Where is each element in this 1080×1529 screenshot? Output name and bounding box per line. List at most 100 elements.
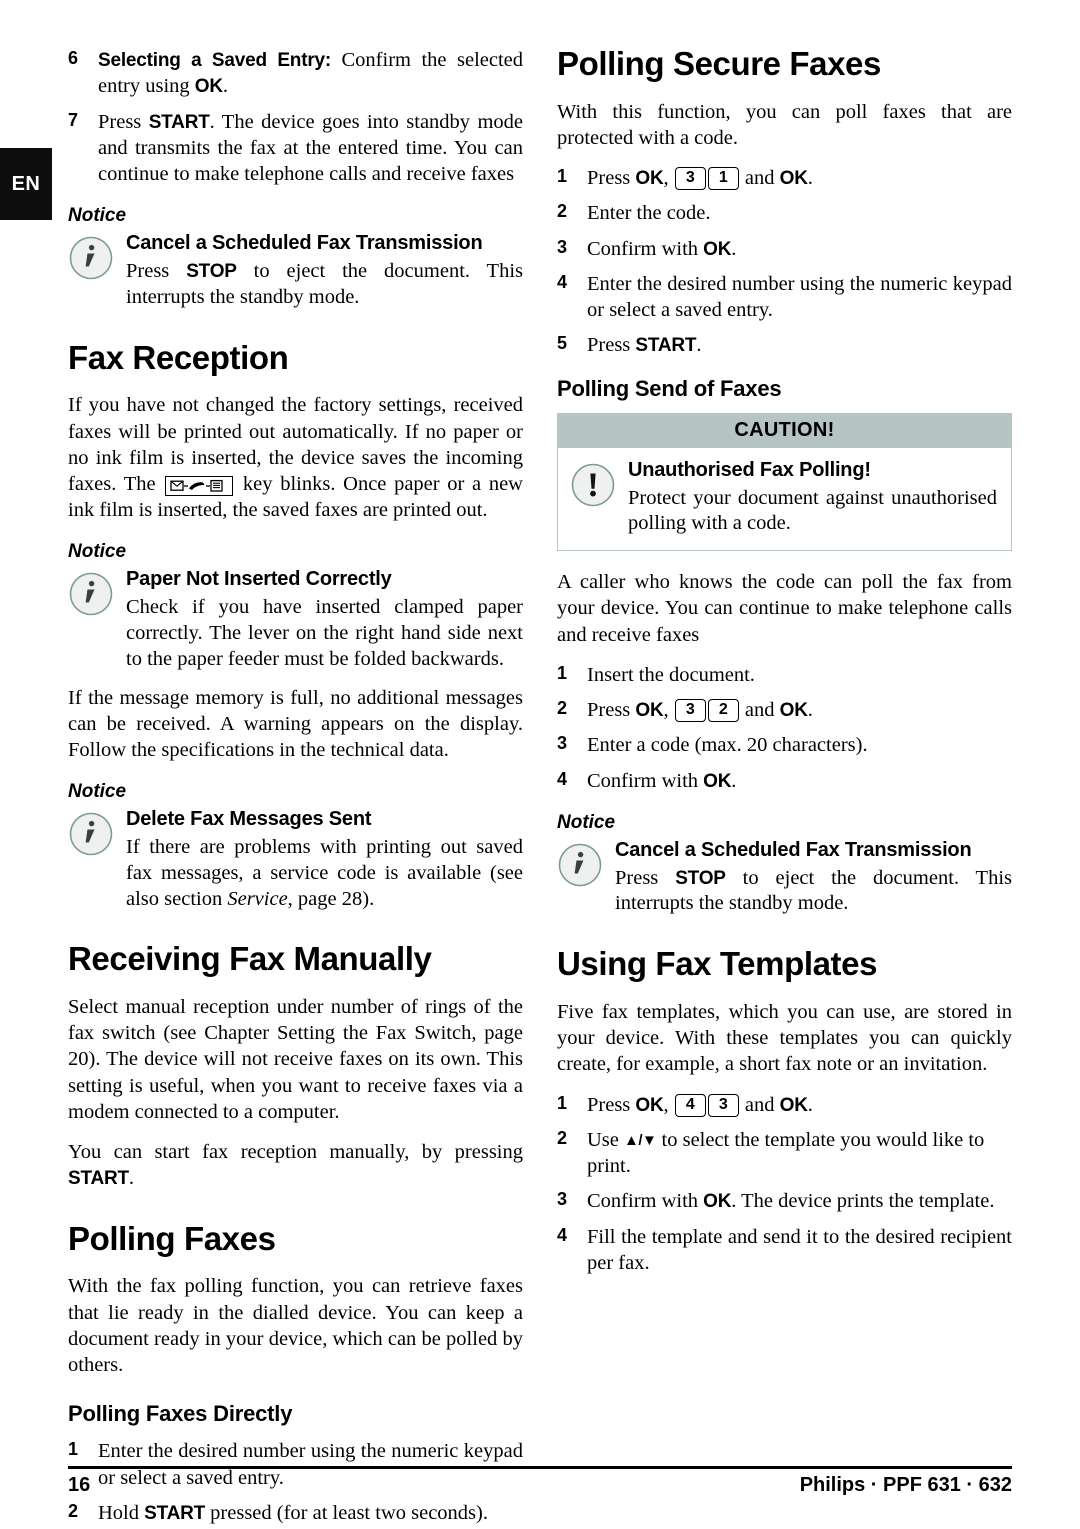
heading-polling-faxes: Polling Faxes [68, 1219, 276, 1257]
notice-text: Cancel a Scheduled Fax Transmission Pres… [126, 232, 523, 310]
info-icon [557, 842, 603, 888]
keypad-key-3: 3 [707, 1093, 739, 1117]
step-number: 4 [557, 768, 568, 789]
step-item: 3 Enter a code (max. 20 characters). [557, 732, 1012, 758]
templates-paragraph: Five fax templates, which you can use, a… [557, 1000, 1012, 1076]
notice-title: Cancel a Scheduled Fax Transmission [126, 232, 483, 255]
key-label-ok: OK [703, 770, 732, 792]
step-text-end: pressed (for at least two seconds). [205, 1501, 488, 1524]
notice-pre: Press [126, 260, 187, 282]
step-text: Confirm with [587, 769, 704, 792]
step-item: 2 Press OK, 32 and OK. [557, 697, 1012, 723]
notice-title: Cancel a Scheduled Fax Transmission [615, 838, 972, 861]
manual-page: EN 6 Selecting a Saved Entry: Confirm the… [0, 0, 1080, 1529]
fax-reception-paragraph: If you have not changed the factory sett… [68, 392, 523, 523]
step-end: . [807, 167, 813, 190]
caution-paragraph: Protect your document against unauthoris… [628, 486, 997, 535]
step-text: Press [587, 1093, 636, 1116]
heading-using-fax-templates: Using Fax Templates [557, 945, 878, 983]
step-number: 5 [557, 333, 568, 354]
step-text: Enter the desired number using the numer… [587, 272, 1012, 322]
notice-text: Paper Not Inserted Correctly Check if yo… [126, 568, 523, 672]
step-text: Fill the template and send it to the des… [587, 1225, 1012, 1274]
left-column: 6 Selecting a Saved Entry: Confirm the se… [68, 47, 523, 1529]
heading-fax-reception: Fax Reception [68, 338, 289, 376]
step-text: Hold [98, 1501, 145, 1524]
info-icon [68, 811, 114, 857]
step-end: . The device prints the template. [731, 1190, 995, 1213]
key-label-start: START [68, 1168, 129, 1190]
step-end: . [807, 699, 813, 722]
receiving-manually-paragraph-2: You can start fax reception manually, by… [68, 1139, 523, 1192]
keypad-key-3: 3 [674, 167, 706, 191]
step-sep: , [663, 1093, 674, 1116]
keypad-key-2: 2 [707, 699, 739, 723]
polling-secure-steps-list: 1 Press OK, 31 and OK. 2 Enter the code. 3… [557, 165, 1012, 359]
key-label-start: START [144, 1502, 206, 1524]
step-end: . [807, 1093, 813, 1116]
step-text: Press [98, 110, 149, 133]
step-number: 2 [68, 1500, 79, 1521]
step-text: Confirm with [587, 237, 704, 260]
key-label-ok: OK [635, 700, 664, 722]
step-item: 4 Fill the template and send it to the de… [557, 1224, 1012, 1276]
heading-polling-faxes-directly: Polling Faxes Directly [68, 1401, 293, 1427]
step-text: Insert the document. [587, 663, 755, 686]
caller-paragraph: A caller who knows the code can poll the… [557, 571, 1012, 646]
step-number: 1 [557, 166, 568, 187]
step-item: 3 Confirm with OK. [557, 236, 1012, 262]
step-mid: and [739, 167, 780, 190]
step-end: . [731, 769, 737, 792]
keypad-key-1: 1 [707, 167, 739, 191]
step-text: Confirm with [587, 1190, 704, 1213]
heading-polling-send-of-faxes: Polling Send of Faxes [557, 375, 782, 401]
step-number: 4 [557, 271, 568, 292]
step-end: . [696, 334, 702, 357]
notice-paragraph: Press STOP to eject the document. This i… [126, 259, 523, 311]
step-number: 2 [557, 698, 568, 719]
step-number: 4 [557, 1224, 568, 1245]
step-item: 2 Enter the code. [557, 200, 1012, 226]
step-number: 3 [557, 733, 568, 754]
step-sep: , [663, 699, 674, 722]
footer-divider [68, 1466, 1012, 1469]
continued-steps-list: 6 Selecting a Saved Entry: Confirm the se… [68, 47, 523, 187]
info-icon [68, 571, 114, 617]
key-label-ok: OK [635, 168, 664, 190]
step-item: 1 Press OK, 31 and OK. [557, 165, 1012, 191]
step-text: Use [587, 1128, 625, 1151]
step-item: 4 Enter the desired number using the nume… [557, 271, 1012, 323]
step-text: Enter the code. [587, 202, 711, 225]
step-text: Press [587, 167, 636, 190]
paragraph-text-b: . [128, 1167, 135, 1190]
step-number: 2 [557, 201, 568, 222]
step-item: 2 Use ▲/▼ to select the template you woul… [557, 1127, 1012, 1179]
notice-block: Cancel a Scheduled Fax Transmission Pres… [68, 232, 523, 310]
step-item: 5 Press START. [557, 332, 1012, 358]
key-label-ok: OK [635, 1094, 664, 1116]
caution-header: CAUTION! [558, 413, 1011, 448]
polling-secure-paragraph: With this function, you can poll faxes t… [557, 100, 1012, 149]
key-label-ok: OK [194, 76, 223, 98]
heading-receiving-fax-manually: Receiving Fax Manually [68, 940, 432, 978]
up-down-arrows-icon: ▲/▼ [624, 1131, 657, 1149]
key-label-ok: OK [779, 700, 808, 722]
step-text-end: . [222, 75, 229, 98]
notice-paragraph: If there are problems with printing out … [126, 835, 523, 912]
fax-key-icon [165, 476, 234, 496]
notice-paragraph: Press STOP to eject the document. This i… [615, 866, 1012, 918]
notice-text: Delete Fax Messages Sent If there are pr… [126, 808, 523, 912]
notice-label: Notice [68, 205, 127, 227]
step-item: 1 Insert the document. [557, 662, 1012, 688]
footer-product-name: Philips · PPF 631 · 632 [799, 1474, 1012, 1496]
step-item: 1 Press OK, 43 and OK. [557, 1092, 1012, 1118]
step-item: 2 Hold START pressed (for at least two se… [68, 1500, 523, 1526]
notice-block: Cancel a Scheduled Fax Transmission Pres… [557, 839, 1012, 917]
step-text: Enter a code (max. 20 characters). [587, 734, 868, 757]
step-item: 3 Confirm with OK. The device prints the … [557, 1188, 1012, 1214]
keypad-key-3: 3 [674, 699, 706, 723]
notice-label: Notice [68, 541, 127, 563]
notice-title: Paper Not Inserted Correctly [126, 568, 392, 591]
step-sep: , [663, 167, 674, 190]
step-item: 4 Confirm with OK. [557, 768, 1012, 794]
